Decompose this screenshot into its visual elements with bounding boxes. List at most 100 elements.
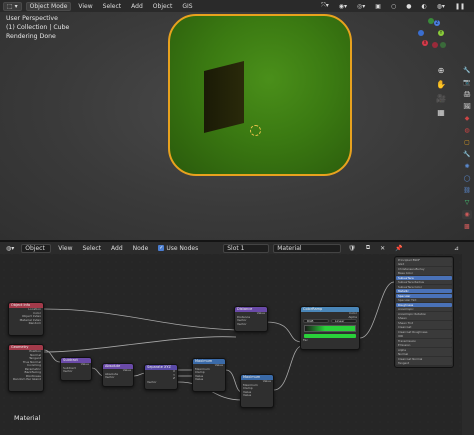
- physics-tab-icon[interactable]: ◯: [462, 174, 472, 183]
- bsdf-row[interactable]: Specular: [396, 293, 452, 298]
- bsdf-row[interactable]: Sheen: [396, 316, 452, 320]
- gizmo-z-icon[interactable]: Z: [434, 20, 440, 26]
- editor-type-button[interactable]: ⬚ ▾: [3, 1, 22, 11]
- camera-icon[interactable]: 🎥: [436, 94, 446, 104]
- material-tab-icon[interactable]: ◉: [462, 210, 472, 219]
- absolute-node[interactable]: Absolute Value Absolute Vector: [102, 363, 134, 387]
- gizmo-neg-x-icon[interactable]: [432, 42, 438, 48]
- bsdf-row[interactable]: Normal: [396, 352, 452, 356]
- gizmo-neg-z-icon[interactable]: [418, 30, 424, 36]
- texture-tab-icon[interactable]: ▩: [462, 222, 472, 231]
- bsdf-row[interactable]: Alpha: [396, 347, 452, 352]
- mode-select[interactable]: Object Mode: [25, 1, 72, 11]
- gizmo-y-pos-icon[interactable]: Y: [438, 30, 444, 36]
- bsdf-row[interactable]: Emission: [396, 343, 452, 347]
- shading-material-icon[interactable]: ◐: [418, 2, 429, 11]
- socket-label: Fac: [303, 338, 308, 342]
- bsdf-row[interactable]: Roughness: [396, 302, 452, 307]
- color-ramp-node[interactable]: ColorRamp Color Alpha RGB Linear Fac: [300, 306, 360, 350]
- separate-xyz-node[interactable]: Separate XYZ X Y Z Vector: [144, 364, 178, 390]
- gizmo-neg-y-icon[interactable]: [440, 42, 446, 48]
- color-ramp-gradient[interactable]: [304, 325, 356, 332]
- constraints-tab-icon[interactable]: ⛓: [462, 186, 472, 195]
- bsdf-row[interactable]: Anisotropic Rotation: [396, 311, 452, 316]
- unlink-icon[interactable]: ✕: [377, 244, 388, 253]
- object-tab-icon[interactable]: ▢: [462, 138, 472, 147]
- visibility-icon[interactable]: ◉▾: [336, 2, 350, 11]
- ne-menu-node[interactable]: Node: [130, 244, 152, 253]
- material-name-field[interactable]: Material: [273, 243, 342, 253]
- shader-node-editor[interactable]: ◍▾ Object View Select Add Node ✓ Use Node…: [0, 242, 462, 435]
- render-tab-icon[interactable]: 📷: [462, 78, 472, 87]
- shading-solid-icon[interactable]: ●: [403, 2, 414, 11]
- snap-icon[interactable]: ⊿: [451, 244, 462, 253]
- bsdf-row[interactable]: Clearcoat: [396, 325, 452, 329]
- checkbox-icon: ✓: [158, 245, 165, 251]
- shading-rendered-icon[interactable]: ◍▾: [434, 2, 448, 11]
- dark-plane-object[interactable]: [204, 61, 244, 133]
- ramp-stop-color[interactable]: [304, 334, 356, 338]
- 3d-viewport[interactable]: ⬚ ▾ Object Mode View Select Add Object G…: [0, 0, 474, 240]
- grid-ortho-icon[interactable]: ▦: [436, 108, 446, 118]
- node-editor-type-icon[interactable]: ◍▾: [3, 244, 17, 253]
- menu-object[interactable]: Object: [150, 2, 176, 11]
- cube-object[interactable]: [168, 14, 352, 176]
- gizmo-x-icon[interactable]: X: [422, 40, 428, 46]
- transform-icon[interactable]: ⤧▾: [318, 2, 332, 11]
- zoom-icon[interactable]: ⊕: [436, 66, 446, 76]
- socket-label: Vector: [105, 375, 115, 379]
- view-layer-tab-icon[interactable]: 🖼: [462, 102, 472, 111]
- principled-bsdf-node[interactable]: Principled BSDF GGX Christensen-Burley B…: [394, 256, 454, 368]
- shading-wire-icon[interactable]: ○: [388, 2, 399, 11]
- texture-coordinate-node[interactable]: Object Info Location Color Object Index …: [8, 302, 44, 336]
- pause-icon[interactable]: ❚❚: [452, 2, 468, 11]
- bsdf-row[interactable]: GGX: [396, 262, 452, 266]
- geometry-node[interactable]: Geometry Position Normal Tangent True No…: [8, 344, 44, 392]
- scene-tab-icon[interactable]: ◆: [462, 114, 472, 123]
- navigation-gizmo[interactable]: Z Y X: [416, 18, 446, 54]
- bsdf-row[interactable]: Metallic: [396, 289, 452, 293]
- bsdf-row[interactable]: Anisotropic: [396, 307, 452, 311]
- overlay-icon[interactable]: ◎▾: [354, 2, 368, 11]
- bsdf-row[interactable]: Subsurface Radius: [396, 280, 452, 284]
- bsdf-row[interactable]: Clearcoat Roughness: [396, 329, 452, 334]
- bsdf-row[interactable]: Subsurface: [396, 275, 452, 280]
- shader-type-select[interactable]: Object: [21, 243, 52, 253]
- ne-menu-add[interactable]: Add: [108, 244, 126, 253]
- new-material-icon[interactable]: ⧉: [363, 244, 373, 253]
- xray-icon[interactable]: ▣: [372, 2, 384, 11]
- menu-add[interactable]: Add: [128, 2, 146, 11]
- menu-view[interactable]: View: [75, 2, 95, 11]
- particles-tab-icon[interactable]: ✺: [462, 162, 472, 171]
- bsdf-row[interactable]: Base Color: [396, 271, 452, 275]
- bsdf-row[interactable]: Transmission: [396, 338, 452, 343]
- maximum-node-2[interactable]: Maximum Value Maximum Clamp Value Value: [240, 374, 274, 408]
- output-tab-icon[interactable]: 🖨: [462, 90, 472, 99]
- fake-user-icon[interactable]: 🛡: [345, 244, 359, 253]
- data-tab-icon[interactable]: ▽: [462, 198, 472, 207]
- menu-select[interactable]: Select: [100, 2, 125, 11]
- bsdf-row[interactable]: Sheen Tint: [396, 320, 452, 325]
- interpolation-select[interactable]: Linear: [331, 319, 357, 323]
- maximum-node-1[interactable]: Maximum Value Maximum Clamp Value Value: [192, 358, 226, 392]
- bsdf-row[interactable]: IOR: [396, 334, 452, 338]
- menu-gis[interactable]: GIS: [179, 2, 195, 11]
- bsdf-row[interactable]: Tangent: [396, 361, 452, 365]
- ne-menu-view[interactable]: View: [55, 244, 75, 253]
- subtract-node[interactable]: Subtract Value Subtract Vector: [60, 357, 92, 381]
- node-editor-sidebar-toggle[interactable]: [462, 242, 474, 435]
- world-tab-icon[interactable]: ◍: [462, 126, 472, 135]
- tool-tab-icon[interactable]: 🔧: [462, 66, 472, 75]
- bsdf-row[interactable]: Christensen-Burley: [396, 266, 452, 271]
- modifier-tab-icon[interactable]: 🔧: [462, 150, 472, 159]
- bsdf-row[interactable]: Subsurface Color: [396, 284, 452, 289]
- pan-hand-icon[interactable]: ✋: [436, 80, 446, 90]
- color-mode-select[interactable]: RGB: [303, 319, 329, 323]
- slot-select[interactable]: Slot 1: [223, 243, 270, 253]
- distance-node[interactable]: Distance Value Distance Vector Vector: [234, 306, 268, 332]
- pin-icon[interactable]: 📌: [392, 244, 405, 253]
- bsdf-row[interactable]: Specular Tint: [396, 298, 452, 302]
- use-nodes-toggle[interactable]: ✓ Use Nodes: [155, 244, 201, 253]
- bsdf-row[interactable]: Clearcoat Normal: [396, 356, 452, 361]
- ne-menu-select[interactable]: Select: [80, 244, 105, 253]
